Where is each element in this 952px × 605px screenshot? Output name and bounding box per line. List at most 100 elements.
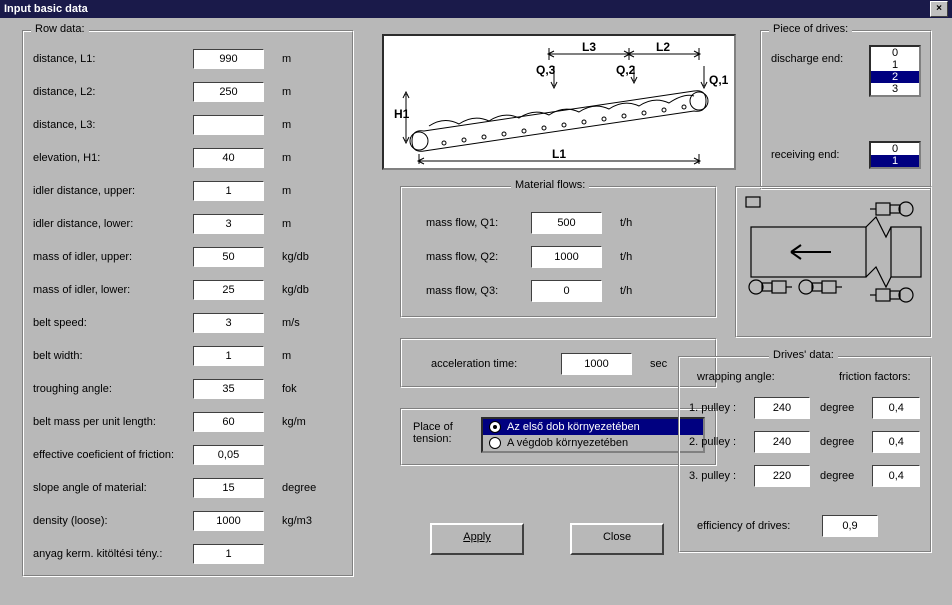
rowdata-group: Row data: distance, L1:mdistance, L2:mdi… (22, 30, 354, 577)
rowdata-input-4[interactable] (193, 181, 264, 201)
close-button[interactable]: Close (570, 523, 664, 555)
radio-icon (489, 437, 501, 449)
rowdata-input-8[interactable] (193, 313, 264, 333)
eff-label: efficiency of drives: (697, 520, 822, 532)
q1-label: Q,1 (709, 73, 729, 87)
discharge-listbox[interactable]: 0123 (869, 45, 921, 97)
apply-button[interactable]: Apply (430, 523, 524, 555)
tension-option-1[interactable]: A végdob környezetében (483, 435, 703, 451)
rowdata-input-3[interactable] (193, 148, 264, 168)
pulley-label-2: 3. pulley : (689, 470, 754, 482)
drive-schematic-group (735, 186, 932, 338)
rowdata-label-9: belt width: (33, 350, 193, 362)
tension-label: Place of tension: (413, 421, 468, 445)
rowdata-input-6[interactable] (193, 247, 264, 267)
l2-label: L2 (656, 40, 670, 54)
rowdata-input-5[interactable] (193, 214, 264, 234)
rowdata-label-1: distance, L2: (33, 86, 193, 98)
client-area: Row data: distance, L1: m distance, L2: m di… (0, 18, 952, 605)
flow-input-0[interactable] (531, 212, 602, 234)
list-option[interactable]: 1 (871, 59, 919, 71)
close-icon[interactable]: × (930, 1, 948, 17)
pulley-angle-2[interactable] (754, 465, 810, 487)
rowdata-unit-9: m (282, 350, 291, 362)
flow-unit-0: t/h (620, 217, 632, 229)
rowdata-label-0: distance, L1: (33, 53, 193, 65)
accel-unit: sec (650, 358, 667, 370)
rowdata-unit-14: kg/m3 (282, 515, 312, 527)
friction-header: friction factors: (839, 371, 911, 383)
tension-radiogroup[interactable]: Az első dob környezetébenA végdob környe… (481, 417, 705, 453)
pulley-angle-0[interactable] (754, 397, 810, 419)
receiving-listbox[interactable]: 01 (869, 141, 921, 169)
q3-label: Q,3 (536, 63, 556, 77)
l3-label: L3 (582, 40, 596, 54)
rowdata-unit-0: m (282, 53, 291, 65)
tension-group: Place of tension: Az első dob környezeté… (400, 408, 717, 466)
flows-group: Material flows: mass flow, Q1:t/hmass fl… (400, 186, 717, 318)
rowdata-label-14: density (loose): (33, 515, 193, 527)
rowdata-input-9[interactable] (193, 346, 264, 366)
pieces-group: Piece of drives: discharge end: 0123 rec… (760, 30, 932, 190)
rowdata-unit-13: degree (282, 482, 316, 494)
rowdata-label-7: mass of idler, lower: (33, 284, 193, 296)
rowdata-input-15[interactable] (193, 544, 264, 564)
rowdata-unit-3: m (282, 152, 291, 164)
flow-input-1[interactable] (531, 246, 602, 268)
rowdata-input-13[interactable] (193, 478, 264, 498)
rowdata-label-15: anyag kerm. kitöltési tény.: (33, 548, 193, 560)
rowdata-input-0[interactable] (193, 49, 264, 69)
rowdata-input-11[interactable] (193, 412, 264, 432)
pulley-friction-1[interactable] (872, 431, 920, 453)
pulley-friction-0[interactable] (872, 397, 920, 419)
drives-group: Drives' data: wrapping angle: friction f… (678, 356, 932, 553)
rowdata-unit-1: m (282, 86, 291, 98)
discharge-label: discharge end: (771, 53, 843, 65)
pulley-angle-1[interactable] (754, 431, 810, 453)
rowdata-label-6: mass of idler, upper: (33, 251, 193, 263)
rowdata-input-1[interactable] (193, 82, 264, 102)
h1-label: H1 (394, 107, 410, 121)
conveyor-diagram: H1 L1 L3 L2 Q,3 Q,2 Q,1 (382, 34, 736, 170)
pulley-unit-2: degree (820, 470, 854, 482)
flow-label-1: mass flow, Q2: (426, 251, 531, 263)
rowdata-legend: Row data: (31, 23, 89, 35)
receiving-label: receiving end: (771, 149, 840, 161)
tension-option-0[interactable]: Az első dob környezetében (483, 419, 703, 435)
rowdata-label-3: elevation, H1: (33, 152, 193, 164)
rowdata-input-2[interactable] (193, 115, 264, 135)
pulley-friction-2[interactable] (872, 465, 920, 487)
rowdata-label-10: troughing angle: (33, 383, 193, 395)
rowdata-unit-11: kg/m (282, 416, 306, 428)
flow-input-2[interactable] (531, 280, 602, 302)
rowdata-input-14[interactable] (193, 511, 264, 531)
rowdata-label-8: belt speed: (33, 317, 193, 329)
rowdata-unit-6: kg/db (282, 251, 309, 263)
rowdata-label-13: slope angle of material: (33, 482, 193, 494)
flow-unit-2: t/h (620, 285, 632, 297)
list-option[interactable]: 0 (871, 143, 919, 155)
accel-group: acceleration time: sec (400, 338, 717, 388)
rowdata-unit-5: m (282, 218, 291, 230)
accel-label: acceleration time: (431, 358, 561, 370)
q2-label: Q,2 (616, 63, 636, 77)
list-option[interactable]: 3 (871, 83, 919, 95)
list-option[interactable]: 0 (871, 47, 919, 59)
accel-input[interactable] (561, 353, 632, 375)
flow-unit-1: t/h (620, 251, 632, 263)
rowdata-input-12[interactable] (193, 445, 264, 465)
pulley-label-0: 1. pulley : (689, 402, 754, 414)
flows-legend: Material flows: (511, 179, 589, 191)
rowdata-input-7[interactable] (193, 280, 264, 300)
eff-input[interactable] (822, 515, 878, 537)
pulley-unit-1: degree (820, 436, 854, 448)
rowdata-unit-7: kg/db (282, 284, 309, 296)
titlebar: Input basic data × (0, 0, 952, 18)
list-option[interactable]: 1 (871, 155, 919, 167)
list-option[interactable]: 2 (871, 71, 919, 83)
flow-label-2: mass flow, Q3: (426, 285, 531, 297)
rowdata-unit-4: m (282, 185, 291, 197)
pulley-label-1: 2. pulley : (689, 436, 754, 448)
rowdata-input-10[interactable] (193, 379, 264, 399)
rowdata-label-5: idler distance, lower: (33, 218, 193, 230)
